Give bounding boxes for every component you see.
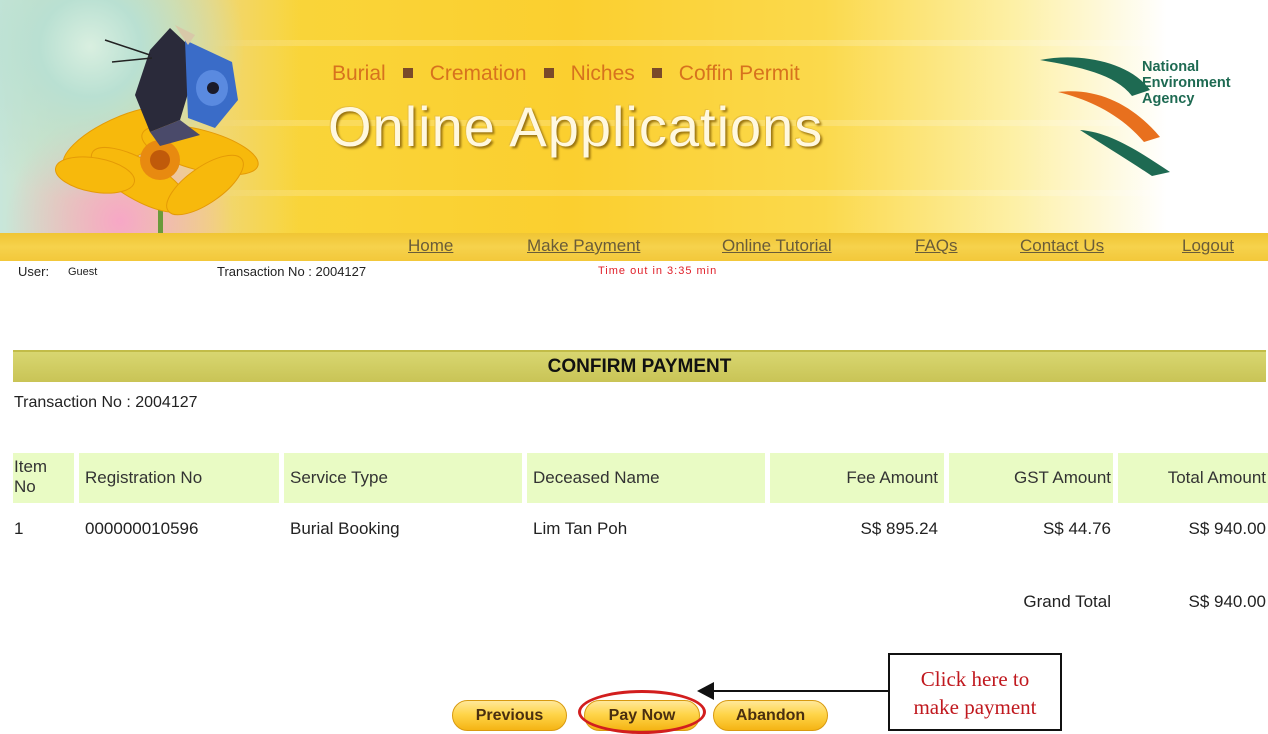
agency-name-line: Agency <box>1142 91 1195 107</box>
previous-button[interactable]: Previous <box>452 700 567 731</box>
nav-online-tutorial-link[interactable]: Online Tutorial <box>722 236 832 256</box>
callout-line: make payment <box>913 695 1037 719</box>
cell-fee-amount: S$ 895.24 <box>860 519 938 538</box>
nav-faqs-link[interactable]: FAQs <box>915 236 958 256</box>
user-label: User: <box>18 264 50 279</box>
nav-logout-link[interactable]: Logout <box>1182 236 1234 256</box>
page-title: Online Applications <box>328 95 824 158</box>
nav-contact-us-link[interactable]: Contact Us <box>1020 236 1104 256</box>
nav-home-link[interactable]: Home <box>408 236 453 256</box>
header-banner: Burial Cremation Niches Coffin Permit Onlin… <box>0 0 1268 233</box>
section-heading: CONFIRM PAYMENT <box>13 350 1266 382</box>
butterfly-flower-image <box>0 0 300 233</box>
column-header-line: No <box>14 477 36 496</box>
pay-now-highlight-circle <box>578 690 706 734</box>
grand-total-label: Grand Total <box>1023 592 1111 611</box>
category-burial: Burial <box>332 62 386 85</box>
cell-registration-no: 000000010596 <box>85 519 199 538</box>
callout-box: Click here to make payment <box>888 653 1062 731</box>
cell-gst-amount: S$ 44.76 <box>1042 519 1111 538</box>
cell-service-type: Burial Booking <box>290 519 400 538</box>
cell-deceased-name: Lim Tan Poh <box>533 519 628 538</box>
square-bullet-icon <box>402 67 413 78</box>
service-categories: Burial Cremation Niches Coffin Permit <box>332 62 800 86</box>
agency-name: National Environment Agency <box>1142 59 1231 107</box>
column-header-registration-no: Registration No <box>85 468 203 487</box>
arrow-left-icon <box>697 682 714 700</box>
nav-make-payment-link[interactable]: Make Payment <box>527 236 640 256</box>
transaction-number: Transaction No : 2004127 <box>14 394 198 411</box>
callout-arrow-line <box>712 690 892 692</box>
column-header-total-amount: Total Amount <box>1167 468 1266 487</box>
cell-total-amount: S$ 940.00 <box>1188 519 1266 538</box>
cell-item-no: 1 <box>14 519 24 538</box>
category-niches: Niches <box>570 62 635 85</box>
user-value: Guest <box>68 266 98 278</box>
column-header-service-type: Service Type <box>290 468 388 487</box>
column-header-line: Item <box>14 457 48 476</box>
column-header-gst-amount: GST Amount <box>1013 468 1111 487</box>
session-timeout: Time out in 3:35 min <box>598 265 718 277</box>
column-header-fee-amount: Fee Amount <box>846 468 938 487</box>
column-header-deceased-name: Deceased Name <box>533 468 660 487</box>
callout-line: Click here to <box>920 667 1030 691</box>
column-header-item-no: Item No <box>14 457 47 497</box>
agency-name-line: Environment <box>1142 75 1231 91</box>
abandon-button[interactable]: Abandon <box>713 700 828 731</box>
main-nav: Home Make Payment Online Tutorial FAQs C… <box>0 233 1268 261</box>
square-bullet-icon <box>651 67 662 78</box>
category-cremation: Cremation <box>429 62 527 85</box>
transaction-number-header: Transaction No : 2004127 <box>217 264 367 279</box>
category-coffin-permit: Coffin Permit <box>678 62 800 85</box>
square-bullet-icon <box>543 67 554 78</box>
grand-total-value: S$ 940.00 <box>1188 592 1266 611</box>
agency-name-line: National <box>1142 59 1200 75</box>
butterfly-on-flower-icon <box>54 25 259 233</box>
